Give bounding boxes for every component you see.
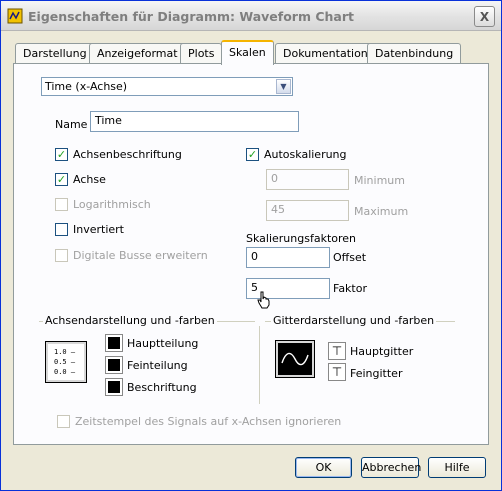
minor-tick-label: Feinteilung <box>127 359 188 372</box>
logarithmic-checkbox-label: Logarithmisch <box>73 198 151 211</box>
ignore-timestamp-label: Zeitstempel des Signals auf x-Achsen ign… <box>75 415 342 428</box>
scale-icon-line: 0.0 – <box>54 368 76 376</box>
offset-input[interactable]: 0 <box>246 247 330 268</box>
maximum-input: 45 <box>266 200 349 221</box>
scale-style-button[interactable]: 1.0 – 0.5 – 0.0 – <box>45 341 87 383</box>
scaling-factors-label: Skalierungsfaktoren <box>246 232 357 245</box>
title-bar[interactable]: Eigenschaften für Diagramm: Waveform Cha… <box>1 1 501 31</box>
ignore-timestamp-checkbox <box>57 415 70 428</box>
autoscale-checkbox-label: Autoskalierung <box>264 148 347 161</box>
scale-style-icon: 1.0 – 0.5 – 0.0 – <box>54 347 75 377</box>
close-icon[interactable]: X <box>474 6 495 27</box>
maximum-label: Maximum <box>354 205 409 218</box>
axis-checkbox[interactable]: ✓ <box>55 173 68 186</box>
section-separator <box>259 326 260 404</box>
cancel-button[interactable]: Abbrechen <box>361 457 421 478</box>
chevron-down-icon[interactable]: ▼ <box>276 79 291 94</box>
inverted-checkbox[interactable] <box>55 223 68 236</box>
scale-selector[interactable]: Time (x-Achse) ▼ <box>41 77 293 96</box>
scale-icon-line: 0.5 – <box>54 358 76 366</box>
tab-skalen[interactable]: Skalen <box>221 40 274 65</box>
scale-selector-value: Time (x-Achse) <box>45 80 128 93</box>
inverted-checkbox-label: Invertiert <box>73 223 124 236</box>
tab-dokumentation[interactable]: Dokumentation <box>275 43 376 64</box>
name-label: Name <box>55 118 88 131</box>
help-button[interactable]: Hilfe <box>428 457 486 478</box>
minor-grid-color-icon[interactable]: ⊤ <box>328 363 346 381</box>
ok-button[interactable]: OK <box>295 457 352 478</box>
major-tick-label: Hauptteilung <box>127 337 199 350</box>
name-input[interactable]: Time <box>90 111 299 132</box>
autoscale-checkbox[interactable]: ✓ <box>246 148 259 161</box>
properties-dialog: Eigenschaften für Diagramm: Waveform Cha… <box>0 0 502 491</box>
major-grid-color-icon[interactable]: ⊤ <box>328 342 346 360</box>
factor-label: Faktor <box>333 282 367 295</box>
minor-grid-label: Feingitter <box>350 367 403 380</box>
plot-style-button[interactable] <box>275 340 315 378</box>
major-tick-color-swatch[interactable] <box>105 334 123 352</box>
grid-style-title: Gitterdarstellung und -farben <box>271 314 437 327</box>
axis-label-checkbox-label: Achsenbeschriftung <box>73 148 182 161</box>
scale-icon-line: 1.0 – <box>54 348 76 356</box>
tab-plots[interactable]: Plots <box>180 43 223 64</box>
minimum-label: Minimum <box>354 174 405 187</box>
offset-label: Offset <box>333 251 367 264</box>
expand-digital-buses-label: Digitale Busse erweitern <box>73 249 208 262</box>
labview-app-icon <box>7 8 23 24</box>
tab-anzeigeformat[interactable]: Anzeigeformat <box>89 43 186 64</box>
tab-darstellung[interactable]: Darstellung <box>15 43 95 64</box>
label-color-label: Beschriftung <box>127 381 197 394</box>
minimum-input: 0 <box>266 169 349 190</box>
minor-tick-color-swatch[interactable] <box>105 356 123 374</box>
expand-digital-buses-checkbox <box>55 249 68 262</box>
hand-cursor-icon <box>257 291 271 312</box>
logarithmic-checkbox <box>55 198 68 211</box>
major-grid-label: Hauptgitter <box>350 345 414 358</box>
axis-label-checkbox[interactable]: ✓ <box>55 148 68 161</box>
window-title: Eigenschaften für Diagramm: Waveform Cha… <box>28 9 354 24</box>
axis-checkbox-label: Achse <box>73 173 106 186</box>
waveform-icon <box>279 344 311 374</box>
tab-datenbindung[interactable]: Datenbindung <box>367 43 462 64</box>
label-color-swatch[interactable] <box>105 378 123 396</box>
axis-style-title: Achsendarstellung und -farben <box>43 314 217 327</box>
